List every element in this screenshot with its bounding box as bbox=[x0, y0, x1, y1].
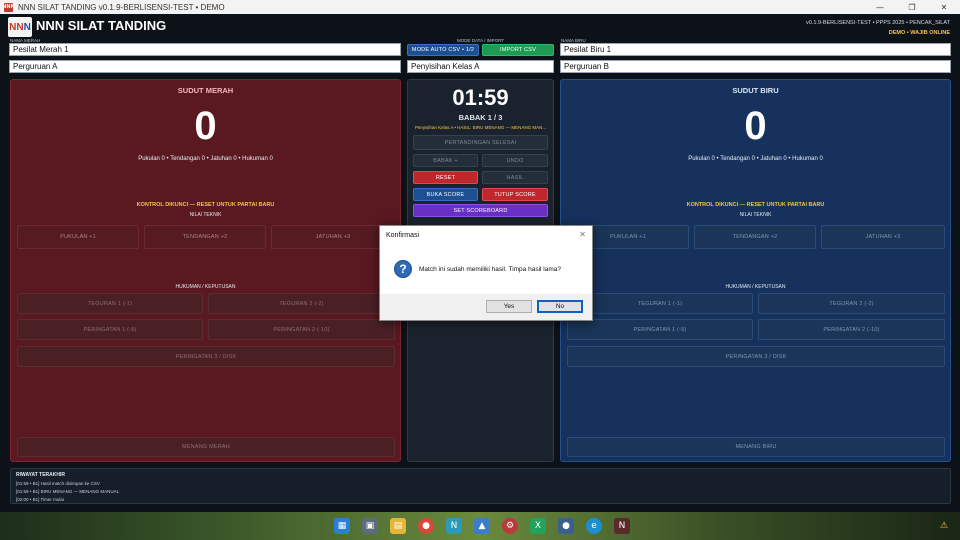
dialog-title: Konfirmasi bbox=[386, 231, 420, 239]
tutup-score-button[interactable]: TUTUP SCORE bbox=[482, 188, 548, 201]
excel-icon[interactable]: X bbox=[530, 518, 546, 534]
red-corner-panel: SUDUT MERAH 0 Pukulan 0 • Tendangan 0 • … bbox=[10, 79, 401, 462]
pertandingan-selesai-button[interactable]: PERTANDINGAN SELESAI bbox=[413, 135, 548, 150]
yes-button[interactable]: Yes bbox=[486, 300, 532, 313]
red-teknik-label: NILAI TEKNIK bbox=[189, 212, 222, 218]
question-icon: ? bbox=[394, 260, 412, 278]
start-icon[interactable]: ▦ bbox=[334, 518, 350, 534]
blue-teguran1-button[interactable]: TEGURAN 1 (-1) bbox=[567, 293, 753, 314]
blue-teguran2-button[interactable]: TEGURAN 2 (-2) bbox=[758, 293, 945, 314]
red-tendangan-button[interactable]: TENDANGAN +2 bbox=[144, 225, 266, 249]
blue-peringatan3-button[interactable]: PERINGATAN 3 / DISK bbox=[567, 346, 945, 367]
dialog-message: Match ini sudah memiliki hasil. Timpa ha… bbox=[419, 266, 561, 273]
reset-button[interactable]: RESET bbox=[413, 171, 478, 184]
blue-name-input[interactable]: Pesilat Biru 1 bbox=[560, 43, 951, 56]
red-teguran1-button[interactable]: TEGURAN 1 (-1) bbox=[17, 293, 203, 314]
undo-button[interactable]: UNDO bbox=[482, 154, 548, 167]
dialog-titlebar: Konfirmasi ✕ bbox=[380, 226, 592, 244]
red-score: 0 bbox=[194, 104, 217, 148]
network-icon[interactable]: ● bbox=[558, 518, 574, 534]
blue-menang-button[interactable]: MENANG BIRU bbox=[567, 437, 945, 457]
version-line: v0.1.9-BERLISENSI-TEST • PPPS 2025 • PEN… bbox=[806, 20, 950, 26]
red-teguran2-button[interactable]: TEGURAN 2 (-2) bbox=[208, 293, 395, 314]
blue-corner-title: SUDUT BIRU bbox=[732, 86, 779, 95]
history-line: [02:00 • B1] Timer mulai bbox=[16, 497, 64, 502]
dialog-body: ? Match ini sudah memiliki hasil. Timpa … bbox=[380, 244, 592, 294]
status-line: DEMO • WAJIB ONLINE bbox=[888, 30, 950, 36]
maximize-icon[interactable]: ❐ bbox=[896, 0, 928, 14]
history-line: [01:59 • B1] Hasil match disimpan ke CSV bbox=[16, 481, 100, 486]
window-titlebar: NNN NNN SILAT TANDING v0.1.9-BERLISENSI-… bbox=[0, 0, 960, 14]
red-hukuman-label: HUKUMAN / KEPUTUSAN bbox=[175, 284, 236, 290]
red-menang-button[interactable]: MENANG MERAH bbox=[17, 437, 395, 457]
history-line: [01:59 • B1] BIRU MENANG — MENANG MANUAL bbox=[16, 489, 120, 494]
app-title: NNN SILAT TANDING bbox=[36, 18, 167, 33]
edge-icon[interactable]: e bbox=[586, 518, 602, 534]
close-icon[interactable]: ✕ bbox=[928, 0, 960, 14]
settings-icon[interactable]: ⚙ bbox=[502, 518, 518, 534]
blue-locked-notice: KONTROL DIKUNCI — RESET UNTUK PARTAI BAR… bbox=[686, 202, 825, 208]
blue-tendangan-button[interactable]: TENDANGAN +2 bbox=[694, 225, 816, 249]
blue-score-breakdown: Pukulan 0 • Tendangan 0 • Jatuhan 0 • Hu… bbox=[688, 156, 823, 162]
match-timer: 01:59 bbox=[452, 85, 509, 110]
import-csv-button[interactable]: IMPORT CSV bbox=[482, 44, 554, 56]
no-button[interactable]: No bbox=[537, 300, 583, 313]
chrome-icon[interactable]: ● bbox=[418, 518, 434, 534]
blue-corner-panel: SUDUT BIRU 0 Pukulan 0 • Tendangan 0 • J… bbox=[560, 79, 951, 462]
babak-plus-button[interactable]: BABAK + bbox=[413, 154, 478, 167]
red-jatuhan-button[interactable]: JATUHAN +3 bbox=[271, 225, 395, 249]
blue-peringatan1-button[interactable]: PERINGATAN 1 (-5) bbox=[567, 319, 753, 340]
dialog-close-icon[interactable]: ✕ bbox=[579, 230, 586, 239]
task-view-icon[interactable]: ▣ bbox=[362, 518, 378, 534]
app-icon: NNN bbox=[2, 2, 15, 12]
dialog-footer: Yes No bbox=[380, 294, 592, 320]
red-pukulan-button[interactable]: PUKULAN +1 bbox=[17, 225, 139, 249]
photos-icon[interactable]: ▲ bbox=[474, 518, 490, 534]
red-name-input[interactable]: Pesilat Merah 1 bbox=[9, 43, 401, 56]
mode-auto-csv-button[interactable]: MODE AUTO CSV • 1/2 bbox=[407, 44, 479, 56]
notification-icon[interactable]: ⚠ bbox=[936, 518, 952, 534]
red-locked-notice: KONTROL DIKUNCI — RESET UNTUK PARTAI BAR… bbox=[136, 202, 275, 208]
confirm-dialog: Konfirmasi ✕ ? Match ini sudah memiliki … bbox=[379, 225, 593, 321]
blue-teknik-label: NILAI TEKNIK bbox=[739, 212, 772, 218]
blue-score: 0 bbox=[744, 104, 767, 148]
blue-jatuhan-button[interactable]: JATUHAN +3 bbox=[821, 225, 945, 249]
babak-indicator: BABAK 1 / 3 bbox=[458, 113, 503, 122]
buka-score-button[interactable]: BUKA SCORE bbox=[413, 188, 478, 201]
red-corner-title: SUDUT MERAH bbox=[177, 86, 234, 95]
red-school-input[interactable]: Perguruan A bbox=[9, 60, 401, 73]
red-score-breakdown: Pukulan 0 • Tendangan 0 • Jatuhan 0 • Hu… bbox=[138, 156, 273, 162]
minimize-icon[interactable]: — bbox=[864, 0, 896, 14]
history-panel: RIWAYAT TERAKHIR [01:59 • B1] Hasil matc… bbox=[10, 468, 951, 504]
app-n-icon[interactable]: N bbox=[446, 518, 462, 534]
history-title: RIWAYAT TERAKHIR bbox=[16, 472, 65, 478]
header-info: v0.1.9-BERLISENSI-TEST • PPPS 2025 • PEN… bbox=[806, 20, 950, 36]
red-peringatan2-button[interactable]: PERINGATAN 2 (-10) bbox=[208, 319, 395, 340]
blue-school-input[interactable]: Perguruan B bbox=[560, 60, 951, 73]
logo: NNN bbox=[8, 17, 32, 37]
red-peringatan1-button[interactable]: PERINGATAN 1 (-5) bbox=[17, 319, 203, 340]
silat-app-icon[interactable]: N bbox=[614, 518, 630, 534]
blue-peringatan2-button[interactable]: PERINGATAN 2 (-10) bbox=[758, 319, 945, 340]
set-scoreboard-button[interactable]: SET SCOREBOARD bbox=[413, 204, 548, 217]
hasil-button[interactable]: HASIL bbox=[482, 171, 548, 184]
red-peringatan3-button[interactable]: PERINGATAN 3 / DISK bbox=[17, 346, 395, 367]
window-title: NNN SILAT TANDING v0.1.9-BERLISENSI-TEST… bbox=[18, 2, 225, 12]
match-result-info: Penyisihan Kelas A • HASIL: BIRU MENANG … bbox=[414, 125, 547, 130]
blue-hukuman-label: HUKUMAN / KEPUTUSAN bbox=[725, 284, 786, 290]
file-explorer-icon[interactable]: ▤ bbox=[390, 518, 406, 534]
mode-data-label: MODE DATA / IMPORT bbox=[456, 38, 504, 43]
kelas-input[interactable]: Penyisihan Kelas A bbox=[407, 60, 554, 73]
taskbar: ▦ ▣ ▤ ● N ▲ ⚙ X ● e N ⚠ bbox=[0, 512, 960, 540]
